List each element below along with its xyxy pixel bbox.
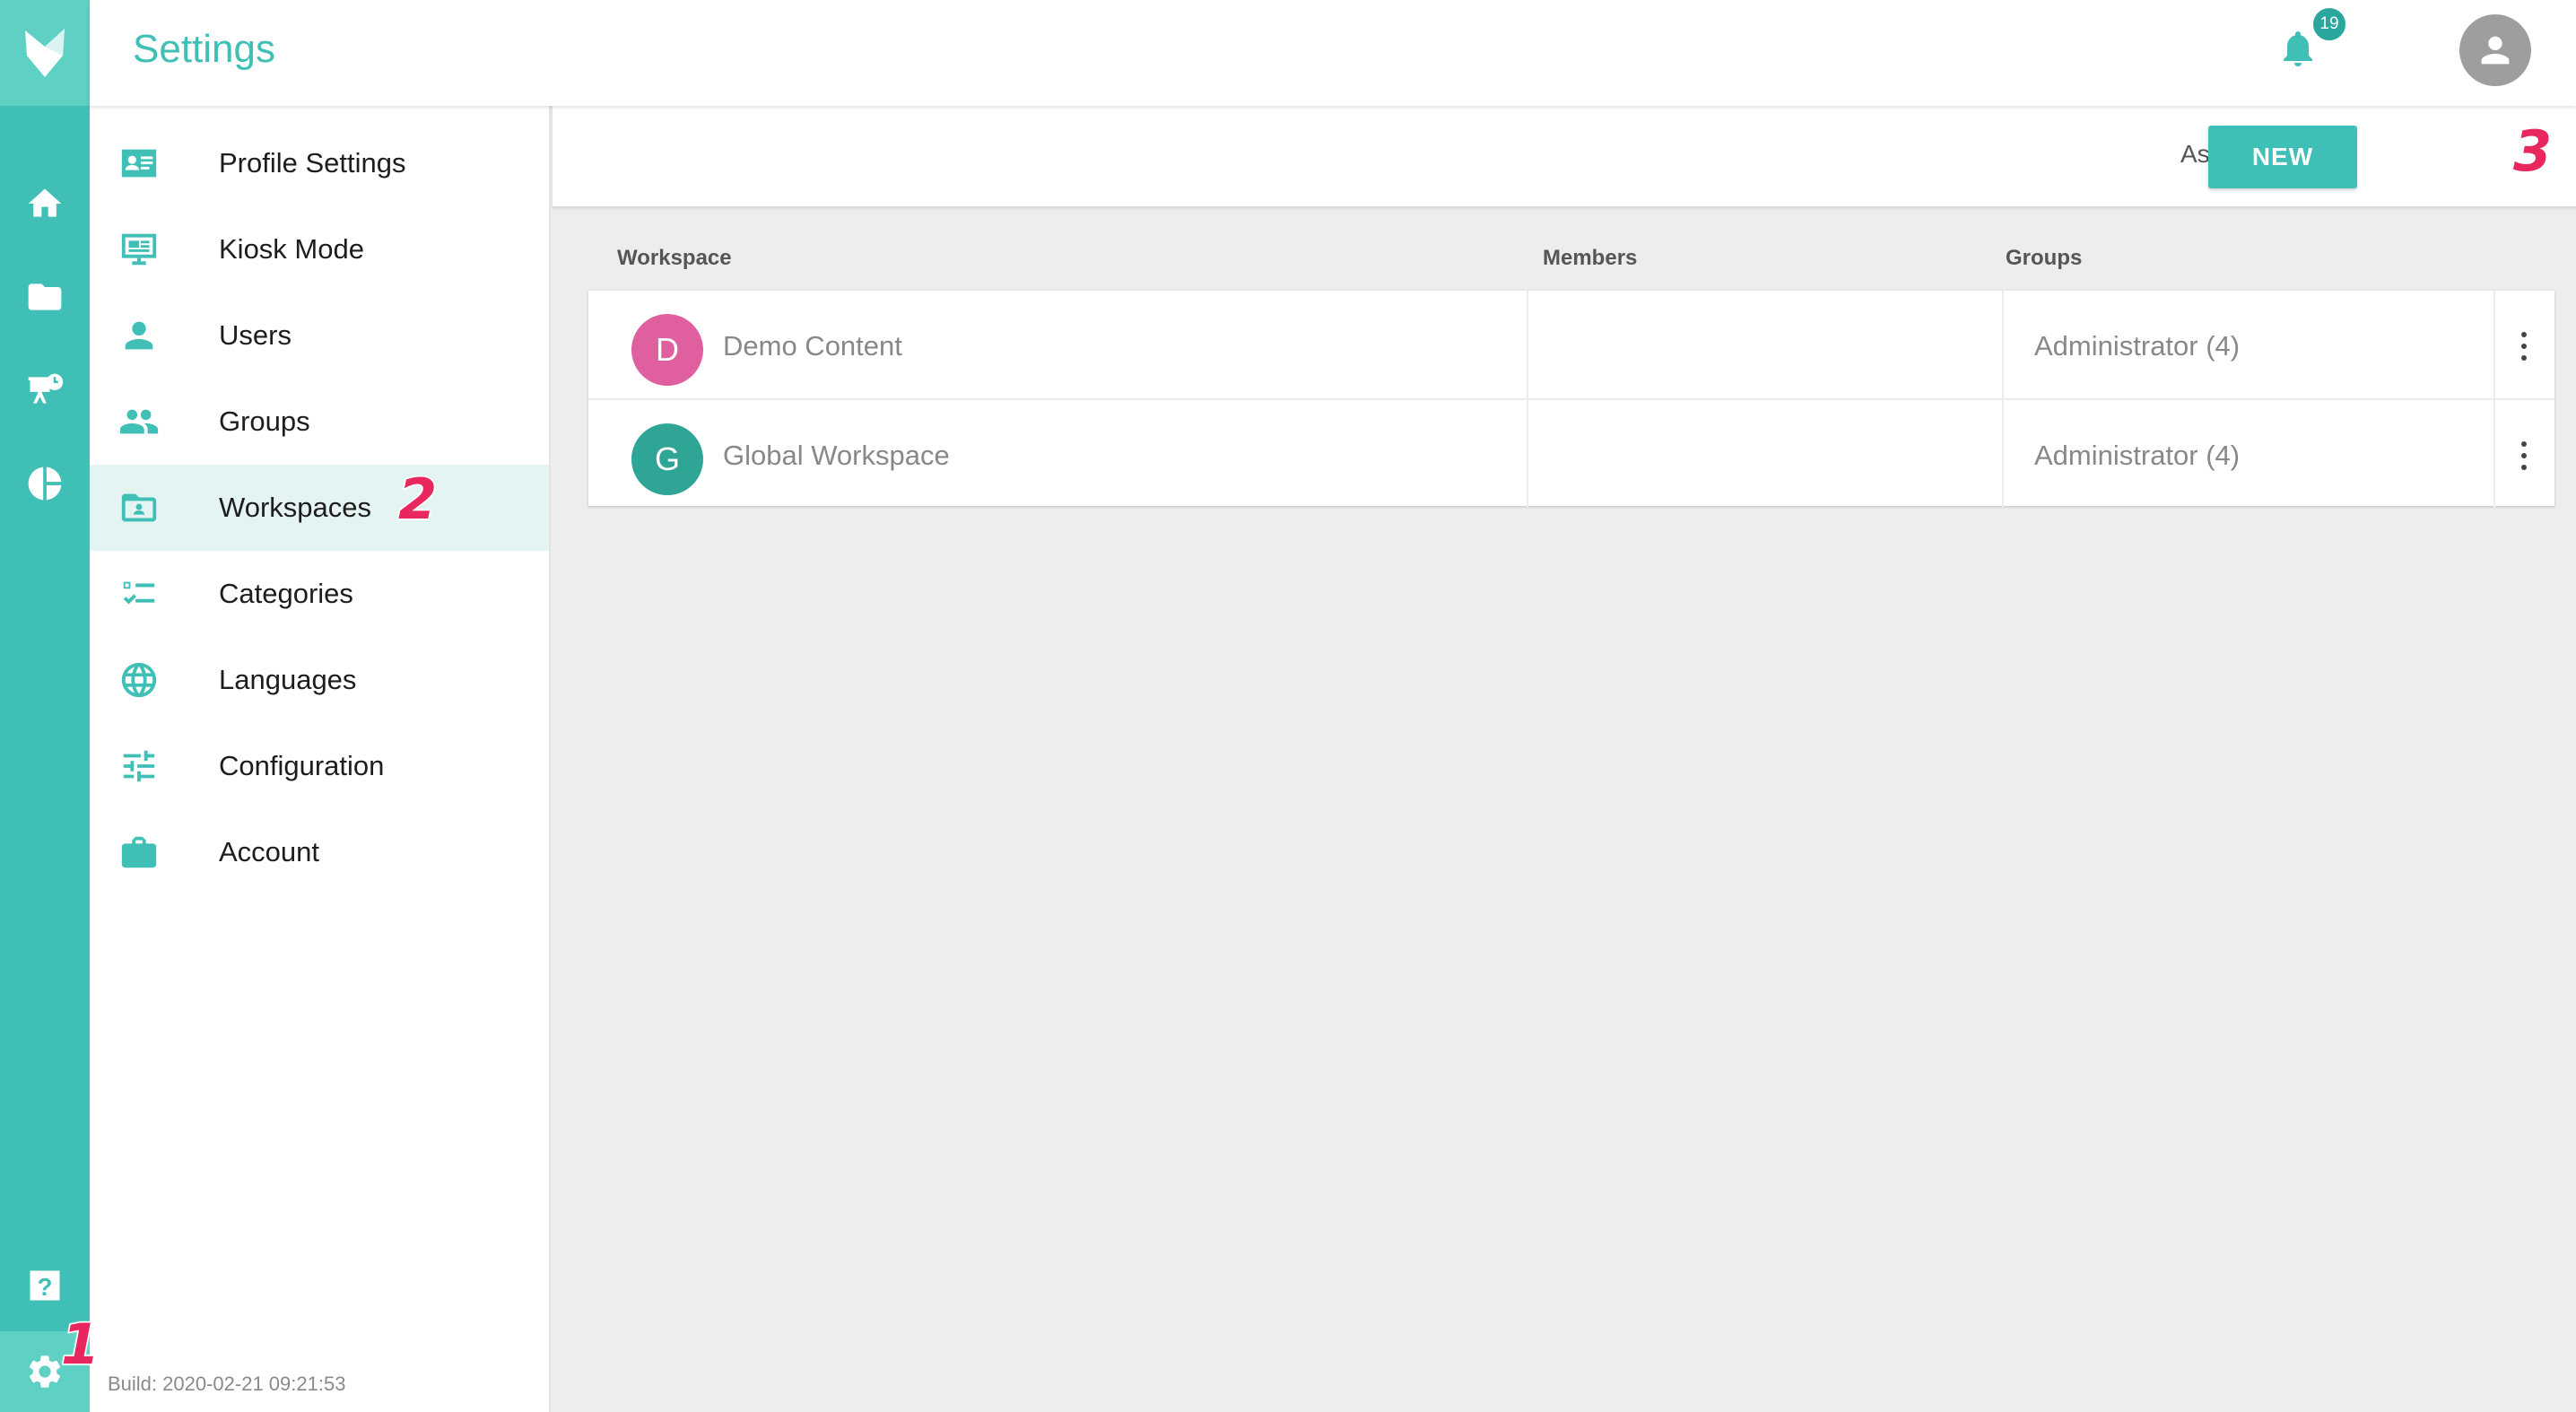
svg-text:?: ? — [38, 1273, 53, 1301]
folder-icon[interactable] — [0, 257, 90, 337]
nav-item-users[interactable]: Users — [90, 292, 549, 379]
nav-item-workspaces[interactable]: Workspaces — [90, 465, 549, 551]
cell-divider — [2002, 291, 2004, 398]
table-row[interactable]: G Global Workspace Administrator (4) — [588, 398, 2554, 508]
annotation-badge-1: 1 — [59, 1311, 100, 1379]
more-vert-icon[interactable] — [2515, 436, 2533, 475]
nav-item-languages[interactable]: Languages — [90, 637, 549, 723]
profile-card-icon — [117, 141, 161, 186]
briefcase-icon — [117, 830, 161, 875]
workspace-table: D Demo Content Administrator (4) G Globa… — [588, 291, 2554, 508]
content-toolbar: Ascending NEW — [553, 106, 2576, 206]
column-header-groups[interactable]: Groups — [2006, 246, 2082, 271]
workspace-name: Global Workspace — [723, 440, 950, 471]
workspace-avatar: G — [631, 423, 703, 495]
globe-icon — [117, 658, 161, 702]
logo-icon[interactable] — [0, 0, 90, 106]
page-title: Settings — [133, 27, 275, 71]
nav-item-configuration[interactable]: Configuration — [90, 723, 549, 809]
person-icon — [2481, 36, 2510, 65]
cell-divider — [2493, 291, 2495, 398]
nav-item-label: Kiosk Mode — [219, 233, 364, 265]
cell-divider — [1527, 291, 1528, 398]
nav-item-label: Profile Settings — [219, 147, 406, 179]
cell-divider — [2493, 400, 2495, 508]
nav-item-categories[interactable]: Categories — [90, 551, 549, 637]
annotation-badge-2: 2 — [396, 466, 438, 534]
nav-item-label: Account — [219, 836, 320, 867]
nav-item-label: Languages — [219, 664, 357, 695]
settings-nav: Profile Settings Kiosk Mode Users Groups… — [90, 106, 551, 1412]
nav-item-account[interactable]: Account — [90, 809, 549, 895]
sliders-icon — [117, 744, 161, 789]
workspace-avatar: D — [631, 314, 703, 386]
monitor-icon — [117, 227, 161, 272]
nav-item-groups[interactable]: Groups — [90, 379, 549, 465]
nav-item-label: Groups — [219, 405, 310, 437]
workspace-groups: Administrator (4) — [2034, 330, 2241, 362]
cell-divider — [2002, 400, 2004, 508]
top-bar: Settings — [90, 0, 2576, 106]
table-row[interactable]: D Demo Content Administrator (4) — [588, 291, 2554, 398]
column-header-workspace[interactable]: Workspace — [617, 246, 732, 271]
build-info: Build: 2020-02-21 09:21:53 — [108, 1373, 346, 1395]
user-avatar[interactable] — [2459, 14, 2531, 86]
nav-item-label: Categories — [219, 578, 353, 609]
workspace-groups: Administrator (4) — [2034, 440, 2241, 471]
app-rail: ? — [0, 0, 90, 1412]
nav-item-profile-settings[interactable]: Profile Settings — [90, 120, 549, 206]
cell-divider — [1527, 400, 1528, 508]
annotation-badge-3: 3 — [2511, 118, 2553, 186]
group-icon — [117, 399, 161, 444]
home-icon[interactable] — [0, 163, 90, 244]
nav-item-label: Users — [219, 319, 292, 351]
user-icon — [117, 313, 161, 358]
nav-item-label: Configuration — [219, 750, 385, 781]
pie-chart-icon[interactable] — [0, 443, 90, 524]
column-header-members[interactable]: Members — [1543, 246, 1637, 271]
more-vert-icon[interactable] — [2515, 327, 2533, 366]
nav-item-label: Workspaces — [219, 492, 371, 523]
notification-count-badge: 19 — [2311, 5, 2348, 43]
workspace-name: Demo Content — [723, 330, 902, 362]
checklist-icon — [117, 571, 161, 616]
new-workspace-button[interactable]: NEW — [2208, 126, 2357, 188]
nav-item-kiosk-mode[interactable]: Kiosk Mode — [90, 206, 549, 292]
workspace-folder-icon — [117, 485, 161, 530]
presentation-icon[interactable] — [0, 350, 90, 431]
